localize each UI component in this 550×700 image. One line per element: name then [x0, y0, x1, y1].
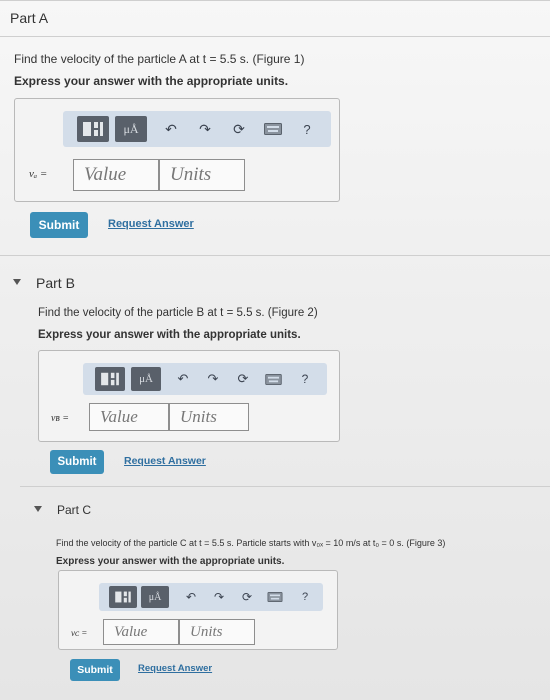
redo-icon[interactable]: ↷ — [195, 119, 215, 139]
part-c-units-input[interactable]: Units — [179, 619, 255, 645]
part-c-title: Part C — [57, 503, 92, 517]
redo-icon[interactable]: ↷ — [209, 587, 229, 607]
keyboard-icon[interactable] — [265, 589, 285, 605]
part-a-units-input[interactable]: Units — [159, 159, 245, 191]
part-a-divider — [0, 36, 550, 37]
templates-icon — [83, 122, 103, 136]
templates-button[interactable] — [77, 116, 109, 142]
part-b-collapse-icon[interactable] — [13, 279, 21, 285]
part-b-answer-box: μÅ ↶ ↷ ⟳ ? vʙ = Value Units — [38, 350, 340, 442]
undo-icon[interactable]: ↶ — [161, 119, 181, 139]
part-b-divider — [0, 255, 550, 256]
part-b-title: Part B — [36, 275, 75, 291]
part-b-toolbar: μÅ ↶ ↷ ⟳ ? — [83, 363, 327, 395]
part-b-variable-label: vʙ = — [51, 413, 69, 424]
part-b-instruction: Express your answer with the appropriate… — [38, 329, 301, 341]
templates-button[interactable] — [95, 367, 125, 391]
reset-icon[interactable]: ⟳ — [233, 369, 253, 389]
part-a-title: Part A — [10, 10, 49, 26]
part-c-submit-button[interactable]: Submit — [70, 659, 120, 681]
undo-icon[interactable]: ↶ — [173, 369, 193, 389]
part-a-value-input[interactable]: Value — [73, 159, 159, 191]
part-a-toolbar: μÅ ↶ ↷ ⟳ ? — [63, 111, 331, 147]
templates-icon — [101, 372, 119, 386]
page: Part A Find the velocity of the particle… — [0, 0, 550, 700]
help-icon[interactable]: ? — [297, 119, 317, 139]
part-a-variable-label: vₐ = — [29, 168, 48, 180]
part-a-request-answer-link[interactable]: Request Answer — [108, 218, 194, 230]
units-button[interactable]: μÅ — [141, 586, 169, 608]
help-icon[interactable]: ? — [295, 369, 315, 389]
part-a-answer-box: μÅ ↶ ↷ ⟳ ? vₐ = Value Units — [14, 98, 340, 202]
units-button[interactable]: μÅ — [115, 116, 147, 142]
part-c-toolbar: μÅ ↶ ↷ ⟳ ? — [99, 583, 323, 611]
part-b-units-input[interactable]: Units — [169, 403, 249, 431]
part-c-divider — [20, 486, 550, 487]
top-divider — [0, 0, 550, 1]
undo-icon[interactable]: ↶ — [181, 587, 201, 607]
part-a-question: Find the velocity of the particle A at t… — [14, 52, 305, 66]
templates-button[interactable] — [109, 586, 137, 608]
part-a-instruction: Express your answer with the appropriate… — [14, 74, 289, 88]
part-c-variable-label: vᴄ = — [71, 628, 88, 638]
part-b-value-input[interactable]: Value — [89, 403, 169, 431]
redo-icon[interactable]: ↷ — [203, 369, 223, 389]
part-c-value-input[interactable]: Value — [103, 619, 179, 645]
reset-icon[interactable]: ⟳ — [229, 119, 249, 139]
keyboard-icon[interactable] — [263, 121, 283, 137]
part-c-request-answer-link[interactable]: Request Answer — [138, 663, 212, 674]
part-c-answer-box: μÅ ↶ ↷ ⟳ ? vᴄ = Value Units — [58, 570, 338, 650]
part-c-instruction: Express your answer with the appropriate… — [56, 556, 285, 567]
part-c-question: Find the velocity of the particle C at t… — [56, 538, 446, 548]
part-b-question: Find the velocity of the particle B at t… — [38, 307, 318, 319]
help-icon[interactable]: ? — [295, 587, 315, 607]
keyboard-icon[interactable] — [263, 371, 283, 387]
part-b-request-answer-link[interactable]: Request Answer — [124, 455, 206, 467]
templates-icon — [115, 591, 131, 603]
part-b-submit-button[interactable]: Submit — [50, 450, 104, 474]
part-a-submit-button[interactable]: Submit — [30, 212, 88, 238]
units-button[interactable]: μÅ — [131, 367, 161, 391]
part-c-collapse-icon[interactable] — [34, 506, 42, 512]
reset-icon[interactable]: ⟳ — [237, 587, 257, 607]
